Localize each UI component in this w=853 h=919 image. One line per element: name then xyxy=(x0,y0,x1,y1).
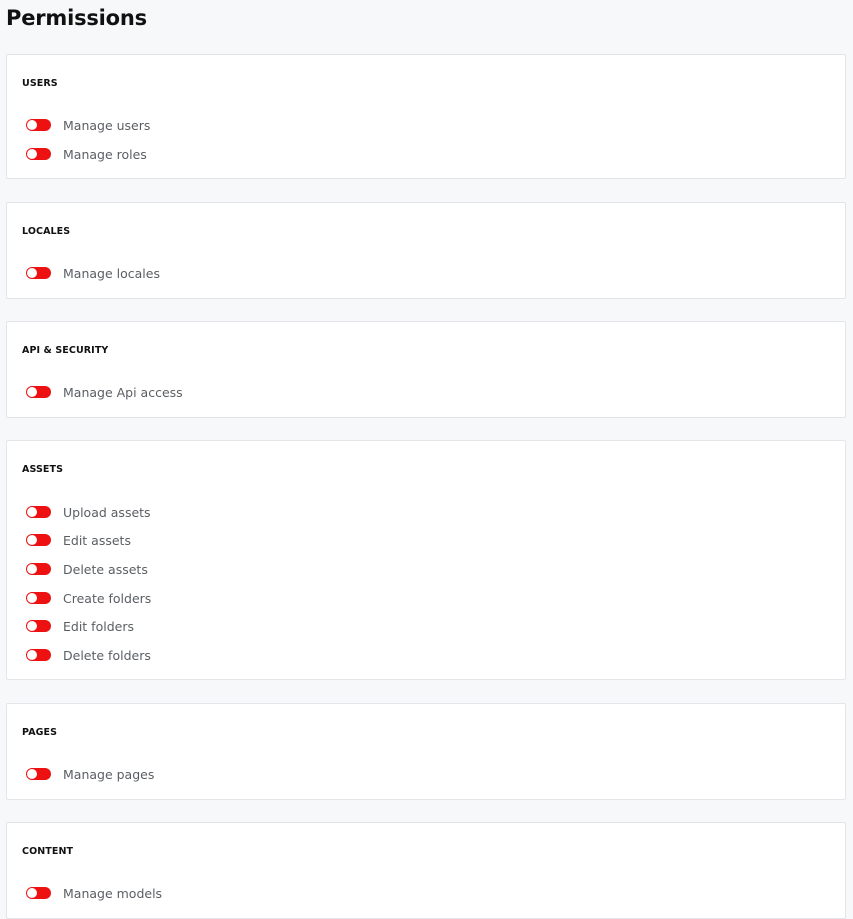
permission-edit-folders: Edit folders xyxy=(26,616,134,636)
permission-create-folders: Create folders xyxy=(26,588,151,608)
edit-folders-toggle[interactable] xyxy=(26,620,51,632)
permission-edit-assets: Edit assets xyxy=(26,530,131,550)
permission-label: Edit assets xyxy=(63,532,131,548)
toggle-knob xyxy=(27,535,37,545)
manage-users-toggle[interactable] xyxy=(26,119,51,131)
permission-delete-assets: Delete assets xyxy=(26,559,148,579)
section-title: PAGES xyxy=(22,727,58,738)
manage-roles-toggle[interactable] xyxy=(26,148,51,160)
permission-manage-models: Manage models xyxy=(26,883,162,903)
section-title: LOCALES xyxy=(22,226,71,237)
section-content: CONTENT Manage models xyxy=(6,822,846,919)
toggle-knob xyxy=(27,564,37,574)
edit-assets-toggle[interactable] xyxy=(26,534,51,546)
section-assets: ASSETS Upload assets Edit assets Delete … xyxy=(6,440,846,680)
section-api-security: API & SECURITY Manage Api access xyxy=(6,321,846,418)
delete-folders-toggle[interactable] xyxy=(26,649,51,661)
create-folders-toggle[interactable] xyxy=(26,592,51,604)
permission-manage-api-access: Manage Api access xyxy=(26,382,183,402)
section-title: USERS xyxy=(22,78,58,89)
manage-models-toggle[interactable] xyxy=(26,887,51,899)
permission-label: Edit folders xyxy=(63,618,134,634)
section-pages: PAGES Manage pages xyxy=(6,703,846,800)
permission-delete-folders: Delete folders xyxy=(26,645,151,665)
manage-locales-toggle[interactable] xyxy=(26,267,51,279)
permission-label: Manage Api access xyxy=(63,384,183,400)
toggle-knob xyxy=(27,268,37,278)
toggle-knob xyxy=(27,769,37,779)
delete-assets-toggle[interactable] xyxy=(26,563,51,575)
permission-label: Manage models xyxy=(63,885,163,901)
section-users: USERS Manage users Manage roles xyxy=(6,54,846,179)
permission-label: Manage locales xyxy=(63,265,160,281)
manage-api-access-toggle[interactable] xyxy=(26,386,51,398)
toggle-knob xyxy=(27,650,37,660)
section-title: API & SECURITY xyxy=(22,345,109,356)
permission-label: Delete assets xyxy=(63,561,148,577)
section-title: ASSETS xyxy=(22,464,64,475)
toggle-knob xyxy=(27,888,37,898)
permission-upload-assets: Upload assets xyxy=(26,502,151,522)
permission-label: Delete folders xyxy=(63,647,151,663)
toggle-knob xyxy=(27,507,37,517)
toggle-knob xyxy=(27,621,37,631)
upload-assets-toggle[interactable] xyxy=(26,506,51,518)
permission-manage-roles: Manage roles xyxy=(26,144,147,164)
permission-label: Manage roles xyxy=(63,146,147,162)
toggle-knob xyxy=(27,593,37,603)
permission-manage-locales: Manage locales xyxy=(26,263,160,283)
permission-label: Upload assets xyxy=(63,504,151,520)
toggle-knob xyxy=(27,120,37,130)
manage-pages-toggle[interactable] xyxy=(26,768,51,780)
permission-label: Manage users xyxy=(63,117,151,133)
section-locales: LOCALES Manage locales xyxy=(6,202,846,299)
section-title: CONTENT xyxy=(22,846,74,857)
page-title: Permissions xyxy=(6,6,147,30)
toggle-knob xyxy=(27,387,37,397)
permission-label: Create folders xyxy=(63,590,152,606)
toggle-knob xyxy=(27,149,37,159)
permission-label: Manage pages xyxy=(63,766,155,782)
permission-manage-users: Manage users xyxy=(26,115,150,135)
permission-manage-pages: Manage pages xyxy=(26,764,154,784)
